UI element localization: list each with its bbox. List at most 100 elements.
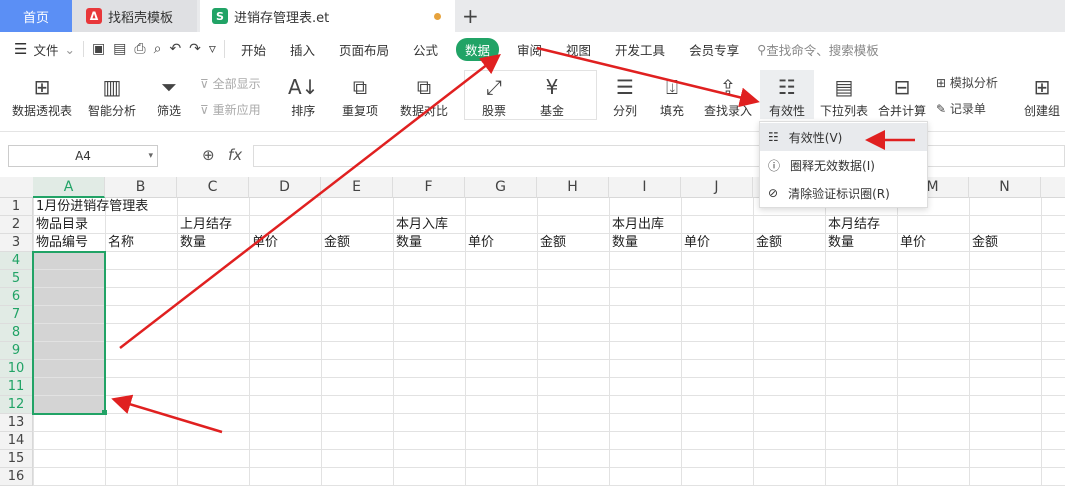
label: 查找录入: [704, 104, 753, 118]
dropdown-list-button[interactable]: ▤ 下拉列表: [820, 72, 868, 119]
column-header-G[interactable]: G: [465, 177, 537, 198]
hamburger-icon[interactable]: ☰: [14, 40, 27, 58]
row-header-2[interactable]: 2: [0, 216, 33, 234]
cell-E3[interactable]: 金额: [321, 234, 350, 252]
show-all-button[interactable]: ⊽ 全部显示: [200, 75, 261, 92]
column-header-E[interactable]: E: [321, 177, 393, 198]
row-header-8[interactable]: 8: [0, 324, 33, 342]
sort-button[interactable]: A↓ 排序: [288, 72, 318, 119]
tab-developer[interactable]: 开发工具: [615, 40, 665, 59]
label: 数据对比: [400, 104, 449, 118]
data-compare-button[interactable]: ⧉ 数据对比: [400, 72, 448, 119]
row-header-13[interactable]: 13: [0, 414, 33, 432]
row-header-1[interactable]: 1: [0, 198, 33, 216]
cell-A3[interactable]: 物品编号: [33, 234, 88, 252]
cell-N3[interactable]: 金额: [969, 234, 998, 252]
new-tab-button[interactable]: +: [462, 0, 479, 32]
column-header-A[interactable]: A: [33, 177, 105, 198]
menu-item-clear-circles[interactable]: ⊘ 清除验证标识圈(R): [760, 179, 927, 207]
label: 模拟分析: [949, 76, 998, 90]
fill-button[interactable]: ⍗ 填充: [660, 72, 684, 119]
column-header-J[interactable]: J: [681, 177, 753, 198]
cell-L3[interactable]: 数量: [825, 234, 854, 252]
name-box[interactable]: A4 ▾: [8, 145, 158, 167]
quick-access-toolbar[interactable]: ▣▤⎙⌕↶↷▿: [82, 41, 224, 57]
filter-button[interactable]: ⏷ 筛选: [157, 72, 181, 119]
what-if-button[interactable]: ⊞ 模拟分析: [936, 74, 998, 91]
tab-view[interactable]: 视图: [566, 40, 591, 59]
pivot-table-button[interactable]: ⊞ 数据透视表: [12, 72, 72, 119]
column-header-H[interactable]: H: [537, 177, 609, 198]
split-column-button[interactable]: ☰ 分列: [613, 72, 637, 119]
cell-A1[interactable]: 1月份进销存管理表: [33, 198, 148, 216]
tab-bar: 首页 ᐃ 找稻壳模板 S 进销存管理表.et +: [0, 0, 1065, 32]
cell-B3[interactable]: 名称: [105, 234, 134, 252]
tab-page-layout[interactable]: 页面布局: [339, 40, 389, 59]
fx-icon[interactable]: fx: [228, 146, 242, 164]
formula-input[interactable]: [253, 145, 1065, 167]
tab-member[interactable]: 会员专享: [689, 40, 739, 59]
cell-G3[interactable]: 单价: [465, 234, 494, 252]
tab-insert[interactable]: 插入: [290, 40, 315, 59]
lookup-entry-button[interactable]: ⇪ 查找录入: [704, 72, 752, 119]
row-header-4[interactable]: 4: [0, 252, 33, 270]
column-header-I[interactable]: I: [609, 177, 681, 198]
tab-review[interactable]: 审阅: [517, 40, 542, 59]
cell-I2[interactable]: 本月出库: [609, 216, 664, 234]
cell-I3[interactable]: 数量: [609, 234, 638, 252]
cell-L2[interactable]: 本月结存: [825, 216, 880, 234]
consolidate-button[interactable]: ⊟ 合并计算: [878, 72, 926, 119]
row-header-9[interactable]: 9: [0, 342, 33, 360]
tab-template[interactable]: ᐃ 找稻壳模板: [72, 0, 197, 32]
menu-item-circle-invalid[interactable]: ⓘ 圈释无效数据(I): [760, 151, 927, 179]
cell-K3[interactable]: 金额: [753, 234, 782, 252]
row-header-15[interactable]: 15: [0, 450, 33, 468]
cell-M3[interactable]: 单价: [897, 234, 926, 252]
row-header-14[interactable]: 14: [0, 432, 33, 450]
fund-button[interactable]: ¥ 基金: [540, 72, 564, 119]
chevron-down-icon[interactable]: ⌄: [64, 42, 74, 57]
cell-C2[interactable]: 上月结存: [177, 216, 232, 234]
tab-formula[interactable]: 公式: [413, 40, 438, 59]
fill-handle[interactable]: [102, 410, 107, 415]
stock-button[interactable]: ⤢ 股票: [482, 72, 506, 119]
column-header-C[interactable]: C: [177, 177, 249, 198]
column-header-N[interactable]: N: [969, 177, 1041, 198]
cell-D3[interactable]: 单价: [249, 234, 278, 252]
cell-H3[interactable]: 金额: [537, 234, 566, 252]
chevron-down-icon[interactable]: ▾: [148, 146, 153, 166]
label: 筛选: [157, 104, 182, 118]
row-header-11[interactable]: 11: [0, 378, 33, 396]
tab-home[interactable]: 首页: [0, 0, 72, 32]
file-menu[interactable]: 文件: [33, 40, 58, 59]
tab-file[interactable]: S 进销存管理表.et: [200, 0, 455, 32]
smart-analysis-button[interactable]: ▥ 智能分析: [88, 72, 136, 119]
column-header-D[interactable]: D: [249, 177, 321, 198]
row-header-16[interactable]: 16: [0, 468, 33, 486]
zoom-icon[interactable]: ⊕: [202, 146, 215, 164]
menu-item-validity[interactable]: ☷ 有效性(V): [760, 123, 927, 151]
validity-button[interactable]: ☷ 有效性: [760, 70, 814, 119]
command-search-input[interactable]: 查找命令、搜索模板: [766, 40, 879, 59]
tab-label: 找稻壳模板: [108, 10, 174, 26]
cell-C3[interactable]: 数量: [177, 234, 206, 252]
duplicates-button[interactable]: ⧉ 重复项: [342, 72, 378, 119]
column-header-F[interactable]: F: [393, 177, 465, 198]
row-header-10[interactable]: 10: [0, 360, 33, 378]
row-header-12[interactable]: 12: [0, 396, 33, 414]
column-header-B[interactable]: B: [105, 177, 177, 198]
cell-A2[interactable]: 物品目录: [33, 216, 88, 234]
create-group-button[interactable]: ⊞ 创建组: [1024, 72, 1060, 119]
pivot-icon: ⊞: [33, 75, 51, 99]
tab-start[interactable]: 开始: [241, 40, 266, 59]
tab-data[interactable]: 数据: [456, 37, 500, 61]
record-form-button[interactable]: ✎ 记录单: [936, 100, 986, 117]
cell-F2[interactable]: 本月入库: [393, 216, 448, 234]
row-header-6[interactable]: 6: [0, 288, 33, 306]
row-header-5[interactable]: 5: [0, 270, 33, 288]
cell-F3[interactable]: 数量: [393, 234, 422, 252]
row-header-7[interactable]: 7: [0, 306, 33, 324]
reapply-button[interactable]: ⊽ 重新应用: [200, 101, 261, 118]
cell-J3[interactable]: 单价: [681, 234, 710, 252]
row-header-3[interactable]: 3: [0, 234, 33, 252]
